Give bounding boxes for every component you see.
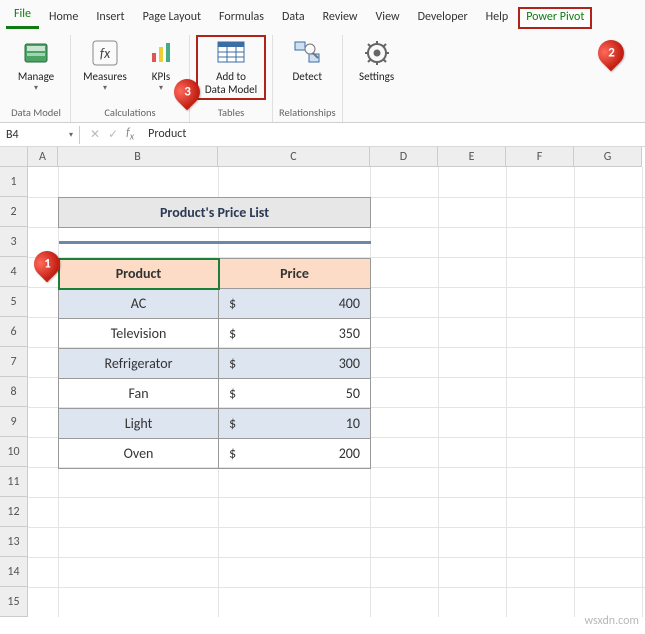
group-label-data-model: Data Model [11,104,61,122]
data-table[interactable]: Product Price AC$400Television$350Refrig… [58,258,371,469]
fx-icon[interactable]: fx [126,126,134,142]
group-calculations: fx Measures ▾ KPIs ▾ Calculations [71,35,190,122]
cell-product[interactable]: Fan [59,379,219,409]
col-header-G[interactable]: G [574,147,642,167]
col-header-F[interactable]: F [506,147,574,167]
name-box[interactable]: B4 ▾ [0,126,80,144]
manage-icon [20,37,52,69]
gear-icon [361,37,393,69]
settings-button[interactable]: Settings [349,35,405,84]
col-header-B[interactable]: B [58,147,218,167]
cell-product[interactable]: Television [59,319,219,349]
group-tables: Add to Data Model Tables 3 [190,35,273,122]
cell-product[interactable]: Oven [59,439,219,469]
ribbon-tabs: File Home Insert Page Layout Formulas Da… [0,0,645,29]
select-all-corner[interactable] [0,147,28,167]
col-header-D[interactable]: D [370,147,438,167]
table-row[interactable]: Fan$50 [59,379,371,409]
tab-view[interactable]: View [368,7,408,29]
cell-price[interactable]: $300 [219,349,371,379]
tab-insert[interactable]: Insert [88,7,132,29]
row-header-4[interactable]: 4 [0,257,28,287]
table-icon [215,37,247,69]
col-header-A[interactable]: A [28,147,58,167]
manage-button[interactable]: Manage ▾ [8,35,64,93]
chevron-down-icon: ▾ [69,130,73,140]
formula-bar-value[interactable]: Product [148,127,186,141]
cell-price[interactable]: $400 [219,289,371,319]
row-header-1[interactable]: 1 [0,167,28,197]
cell-price[interactable]: $200 [219,439,371,469]
sheet-title: Product's Price List [59,198,371,228]
kpi-icon [145,37,177,69]
row-header-11[interactable]: 11 [0,467,28,497]
chevron-down-icon: ▾ [34,84,38,93]
col-header-C[interactable]: C [218,147,370,167]
ribbon: Manage ▾ Data Model fx Measures ▾ KPIs ▾ [0,29,645,123]
enter-icon[interactable]: ✓ [108,127,118,142]
cell-price[interactable]: $50 [219,379,371,409]
row-header-5[interactable]: 5 [0,287,28,317]
measures-button[interactable]: fx Measures ▾ [77,35,133,93]
title-area: Product's Price List [58,197,371,258]
cell-price[interactable]: $350 [219,319,371,349]
cell-product[interactable]: AC [59,289,219,319]
group-settings: Settings [343,35,411,122]
column-headers: ABCDEFG [28,147,645,167]
tab-home[interactable]: Home [41,7,86,29]
row-header-15[interactable]: 15 [0,587,28,617]
group-relationships: Detect Relationships [273,35,343,122]
row-header-13[interactable]: 13 [0,527,28,557]
row-header-9[interactable]: 9 [0,407,28,437]
tab-help[interactable]: Help [478,7,517,29]
tab-power-pivot[interactable]: Power Pivot [518,7,592,29]
row-header-6[interactable]: 6 [0,317,28,347]
table-row[interactable]: Refrigerator$300 [59,349,371,379]
cell-price[interactable]: $10 [219,409,371,439]
table-row[interactable]: Oven$200 [59,439,371,469]
add-to-data-model-button[interactable]: Add to Data Model [196,35,266,100]
row-header-10[interactable]: 10 [0,437,28,467]
tab-data[interactable]: Data [274,7,313,29]
row-header-7[interactable]: 7 [0,347,28,377]
table-row[interactable]: AC$400 [59,289,371,319]
fx-icon: fx [89,37,121,69]
chevron-down-icon: ▾ [103,84,107,93]
group-label-relationships: Relationships [279,104,336,122]
watermark: wsxdn.com [584,614,639,628]
header-price[interactable]: Price [219,259,371,289]
spreadsheet-grid[interactable]: 123456789101112131415 ABCDEFG Product's … [0,147,645,617]
row-header-8[interactable]: 8 [0,377,28,407]
cell-product[interactable]: Light [59,409,219,439]
group-label-calculations: Calculations [104,104,155,122]
tab-file[interactable]: File [6,4,39,29]
tab-review[interactable]: Review [315,7,366,29]
formula-bar-row: B4 ▾ ✕ ✓ fx Product [0,123,645,147]
detect-button[interactable]: Detect [279,35,335,84]
detect-icon [291,37,323,69]
tab-page-layout[interactable]: Page Layout [135,7,209,29]
cell-product[interactable]: Refrigerator [59,349,219,379]
row-header-2[interactable]: 2 [0,197,28,227]
chevron-down-icon: ▾ [159,84,163,93]
col-header-E[interactable]: E [438,147,506,167]
group-label-tables: Tables [218,104,245,122]
tab-formulas[interactable]: Formulas [211,7,272,29]
row-header-3[interactable]: 3 [0,227,28,257]
table-row[interactable]: Television$350 [59,319,371,349]
row-header-12[interactable]: 12 [0,497,28,527]
cancel-icon[interactable]: ✕ [90,127,100,142]
row-header-14[interactable]: 14 [0,557,28,587]
header-product[interactable]: Product [59,259,219,289]
tab-developer[interactable]: Developer [410,7,476,29]
svg-text:fx: fx [100,45,111,62]
group-data-model: Manage ▾ Data Model [2,35,71,122]
table-row[interactable]: Light$10 [59,409,371,439]
